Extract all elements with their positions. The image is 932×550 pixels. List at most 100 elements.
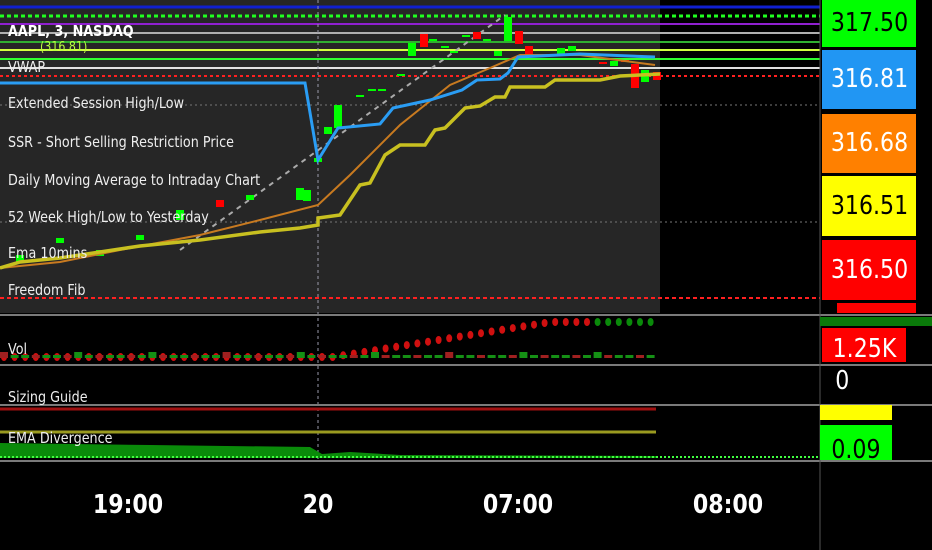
time-label-0800: 08:00 <box>692 490 764 520</box>
legend-freedom-fib[interactable]: Freedom Fib <box>8 281 85 299</box>
volume-bar <box>508 355 517 358</box>
volume-bar <box>190 355 199 358</box>
overlay-price: (316.81) <box>40 40 88 55</box>
volume-bar <box>519 352 528 358</box>
volume-bar <box>106 355 114 358</box>
candle <box>610 61 618 66</box>
volume-bar <box>540 355 549 358</box>
sizing-value-label: 0 <box>835 368 850 396</box>
volume-average-dot <box>478 329 484 338</box>
price-chart[interactable] <box>0 0 932 550</box>
volume-bar <box>275 355 284 358</box>
volume-average-dot <box>393 342 400 351</box>
volume-average-dot <box>605 318 612 326</box>
time-label-20: 20 <box>302 490 334 520</box>
candle <box>136 235 144 240</box>
legend-ssr[interactable]: SSR - Short Selling Restriction Price <box>8 133 234 151</box>
legend-daily-ma[interactable]: Daily Moving Average to Intraday Chart <box>8 171 260 189</box>
candle <box>356 95 364 97</box>
candle <box>408 43 416 56</box>
price-label: 317.50 <box>822 0 916 47</box>
candle <box>429 39 437 41</box>
volume-bar <box>445 352 454 358</box>
volume-bar <box>296 352 305 358</box>
volume-average-dot <box>615 318 622 326</box>
volume-bar <box>148 352 157 358</box>
candle <box>378 89 386 91</box>
candle <box>494 51 502 56</box>
volume-average-dot <box>467 330 474 339</box>
volume-average-dot <box>361 347 368 356</box>
volume-bar <box>233 355 242 358</box>
volume-bar <box>455 355 464 358</box>
volume-bar <box>636 355 644 358</box>
volume-bar <box>371 352 379 358</box>
volume-average-dot <box>509 324 516 333</box>
volume-bar <box>31 355 40 358</box>
price-label: 316.50 <box>822 240 916 300</box>
volume-bar <box>212 355 220 358</box>
volume-bar <box>74 352 83 358</box>
volume-bar <box>254 355 263 358</box>
volume-average-dot <box>562 318 569 326</box>
volume-bar <box>434 355 443 358</box>
candle <box>56 238 64 243</box>
volume-bar <box>392 355 401 358</box>
legend-ema-10[interactable]: Ema 10mins <box>8 244 87 262</box>
volume-bar <box>593 352 602 358</box>
volume-bar <box>466 355 475 358</box>
candle <box>420 34 428 47</box>
volume-bar <box>561 355 570 358</box>
volume-bar <box>180 355 189 358</box>
volume-bar <box>137 355 146 358</box>
volume-average-dot <box>520 322 527 331</box>
price-label: 316.68 <box>822 114 916 173</box>
volume-bar <box>0 352 8 358</box>
volume-bar <box>286 355 295 358</box>
candle <box>296 188 304 200</box>
volume-bar <box>116 355 125 358</box>
candle <box>441 46 449 48</box>
volume-bar <box>424 355 432 358</box>
candle <box>515 31 523 44</box>
volume-bar <box>349 355 358 358</box>
volume-average-dot <box>594 318 601 326</box>
candle <box>483 39 491 41</box>
candle <box>324 127 332 134</box>
volume-bar <box>604 355 613 358</box>
price-label: 316.51 <box>822 176 916 236</box>
volume-panel <box>0 318 655 361</box>
volume-bar <box>127 355 136 358</box>
volume-bar <box>625 355 634 358</box>
legend-52-week[interactable]: 52 Week High/Low to Yesterday <box>8 208 209 226</box>
candle <box>504 17 512 41</box>
time-label-1900: 19:00 <box>92 490 164 520</box>
volume-bar <box>201 355 210 358</box>
volume-bar <box>477 355 485 358</box>
volume-bar <box>614 355 623 358</box>
volume-bar <box>498 355 507 358</box>
volume-average-dot <box>541 319 548 327</box>
volume-bar <box>169 355 178 358</box>
price-label: 316.81 <box>822 50 916 109</box>
volume-average-dot <box>403 341 410 350</box>
volume-bar <box>222 352 231 358</box>
volume-average-dot <box>637 318 643 326</box>
legend-extended-session[interactable]: Extended Session High/Low <box>8 94 184 112</box>
candle <box>450 51 458 53</box>
candle <box>368 89 376 91</box>
volume-bar <box>95 355 104 358</box>
legend-vwap[interactable]: VWAP <box>8 58 45 76</box>
volume-bar <box>551 355 560 358</box>
volume-average-dot <box>584 318 590 326</box>
ema-divergence-label: EMA Divergence <box>8 429 113 447</box>
volume-bar <box>339 355 348 358</box>
volume-bar <box>583 355 591 358</box>
candle <box>473 32 481 39</box>
volume-marker <box>820 317 932 326</box>
volume-bar <box>413 355 422 358</box>
volume-bar <box>318 355 326 358</box>
candle <box>303 190 311 201</box>
ema-divergence-value-label: 0.09 <box>820 425 892 460</box>
candle <box>462 35 470 37</box>
